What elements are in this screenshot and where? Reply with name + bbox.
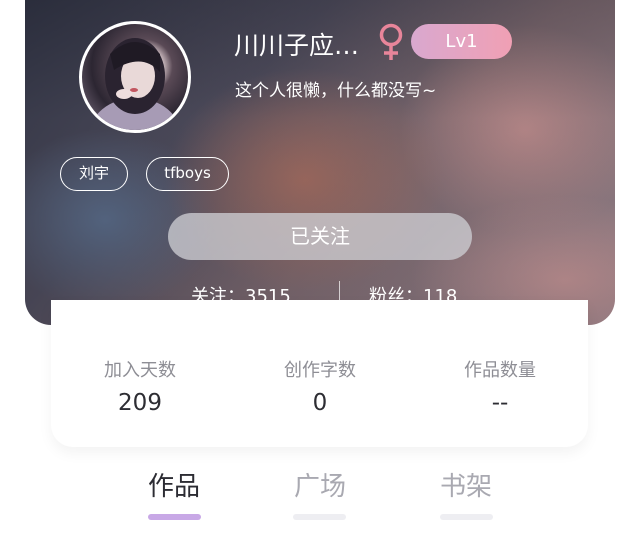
stat-works-count: 作品数量 -- bbox=[410, 356, 590, 416]
stat-join-days: 加入天数 209 bbox=[50, 356, 230, 416]
avatar[interactable] bbox=[79, 21, 191, 133]
follow-button[interactable]: 已关注 bbox=[168, 213, 472, 260]
tag-chip-2[interactable]: tfboys bbox=[146, 157, 229, 191]
stat-divider bbox=[339, 281, 340, 303]
bio-text: 这个人很懒，什么都没写~ bbox=[235, 81, 437, 101]
avatar-image bbox=[89, 38, 181, 130]
following-count[interactable]: 关注：3515 bbox=[191, 282, 291, 308]
tab-square[interactable]: 广场 bbox=[260, 466, 380, 503]
stat-value: -- bbox=[491, 390, 509, 416]
stat-value: 209 bbox=[118, 390, 162, 416]
level-badge: Lv1 bbox=[411, 24, 512, 59]
stat-label: 创作字数 bbox=[284, 360, 356, 381]
stat-label: 加入天数 bbox=[104, 360, 176, 381]
tab-square-indicator bbox=[293, 514, 346, 520]
stat-word-count: 创作字数 0 bbox=[230, 356, 410, 416]
stat-label: 作品数量 bbox=[464, 360, 536, 381]
stat-value: 0 bbox=[312, 390, 328, 416]
tab-works[interactable]: 作品 bbox=[114, 466, 234, 503]
username: 川川子应… bbox=[234, 31, 360, 60]
followers-count[interactable]: 粉丝：118 bbox=[369, 282, 457, 308]
female-icon bbox=[376, 22, 406, 62]
tab-works-indicator bbox=[148, 514, 201, 520]
tag-chip-1[interactable]: 刘宇 bbox=[60, 157, 128, 191]
tab-bookshelf-indicator bbox=[440, 514, 493, 520]
tab-bookshelf[interactable]: 书架 bbox=[406, 466, 526, 503]
